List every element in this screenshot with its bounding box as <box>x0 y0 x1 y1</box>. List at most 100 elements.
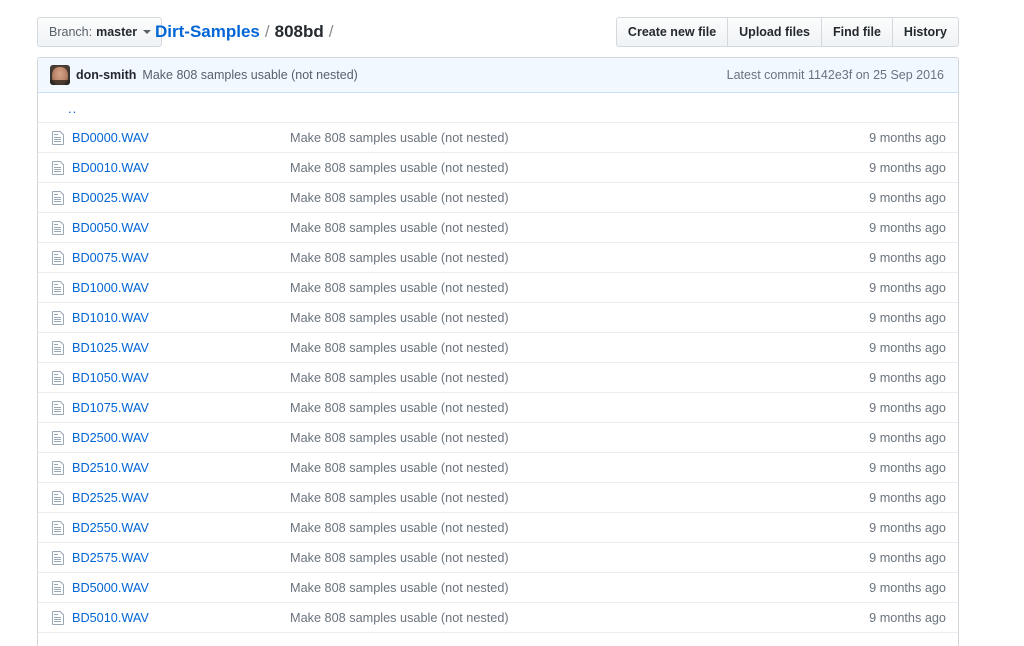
file-name-link[interactable]: BD2525.WAV <box>72 491 149 505</box>
commit-sha-link[interactable]: 1142e3f <box>808 68 852 82</box>
file-commit-message[interactable]: Make 808 samples usable (not nested) <box>290 191 869 205</box>
commit-author-message-group: don-smith Make 808 samples usable (not n… <box>50 65 727 85</box>
file-name-link[interactable]: BD2550.WAV <box>72 521 149 535</box>
breadcrumb: Dirt-Samples / 808bd / <box>155 17 333 47</box>
table-row[interactable]: BD2550.WAV Make 808 samples usable (not n… <box>38 513 958 543</box>
latest-commit-label: Latest commit <box>726 68 805 82</box>
file-name-cell: BD0050.WAV <box>72 221 290 235</box>
table-row[interactable]: BD0010.WAV Make 808 samples usable (not n… <box>38 153 958 183</box>
commit-author-link[interactable]: don-smith <box>76 68 136 82</box>
file-name-link[interactable]: BD1050.WAV <box>72 371 149 385</box>
file-name-link[interactable]: BD2500.WAV <box>72 431 149 445</box>
file-name-link[interactable]: BD1010.WAV <box>72 311 149 325</box>
file-name-cell: BD2500.WAV <box>72 431 290 445</box>
file-text-icon <box>50 460 66 476</box>
file-name-cell: BD0000.WAV <box>72 131 290 145</box>
file-text-icon <box>50 430 66 446</box>
parent-directory-link[interactable]: .. <box>68 102 77 115</box>
table-row[interactable]: BD1010.WAV Make 808 samples usable (not n… <box>38 303 958 333</box>
file-commit-age: 9 months ago <box>869 310 946 325</box>
table-row[interactable]: BD0000.WAV Make 808 samples usable (not n… <box>38 123 958 153</box>
parent-directory-row[interactable]: .. <box>38 93 958 123</box>
table-row[interactable]: BD2525.WAV Make 808 samples usable (not n… <box>38 483 958 513</box>
file-name-link[interactable]: BD0000.WAV <box>72 131 149 145</box>
file-name-cell: BD0010.WAV <box>72 161 290 175</box>
breadcrumb-current-dir: 808bd <box>274 22 324 41</box>
file-name-link[interactable]: BD0025.WAV <box>72 191 149 205</box>
file-commit-message[interactable]: Make 808 samples usable (not nested) <box>290 281 869 295</box>
file-commit-message[interactable]: Make 808 samples usable (not nested) <box>290 431 869 445</box>
file-list-box: don-smith Make 808 samples usable (not n… <box>37 57 959 646</box>
file-commit-age: 9 months ago <box>869 580 946 595</box>
file-name-link[interactable]: BD0010.WAV <box>72 161 149 175</box>
file-name-cell: BD2525.WAV <box>72 491 290 505</box>
file-name-cell: BD2550.WAV <box>72 521 290 535</box>
file-text-icon <box>50 250 66 266</box>
github-directory-page: Branch: master Dirt-Samples / 808bd / Cr… <box>0 0 1024 646</box>
table-row[interactable]: BD1050.WAV Make 808 samples usable (not n… <box>38 363 958 393</box>
table-row[interactable]: BD1025.WAV Make 808 samples usable (not n… <box>38 333 958 363</box>
file-name-cell: BD2510.WAV <box>72 461 290 475</box>
file-commit-age: 9 months ago <box>869 370 946 385</box>
file-commit-message[interactable]: Make 808 samples usable (not nested) <box>290 341 869 355</box>
file-commit-age: 9 months ago <box>869 460 946 475</box>
file-name-link[interactable]: BD2575.WAV <box>72 551 149 565</box>
file-name-cell: BD1025.WAV <box>72 341 290 355</box>
table-row[interactable]: BD2510.WAV Make 808 samples usable (not n… <box>38 453 958 483</box>
commit-message[interactable]: Make 808 samples usable (not nested) <box>142 68 357 82</box>
branch-name: master <box>96 25 138 39</box>
branch-select-button[interactable]: Branch: master <box>37 17 163 47</box>
table-row[interactable]: BD0050.WAV Make 808 samples usable (not n… <box>38 213 958 243</box>
breadcrumb-repo-link[interactable]: Dirt-Samples <box>155 22 260 42</box>
file-commit-message[interactable]: Make 808 samples usable (not nested) <box>290 131 869 145</box>
file-commit-message[interactable]: Make 808 samples usable (not nested) <box>290 611 869 625</box>
file-name-link[interactable]: BD0075.WAV <box>72 251 149 265</box>
file-commit-message[interactable]: Make 808 samples usable (not nested) <box>290 461 869 475</box>
file-name-cell: BD0025.WAV <box>72 191 290 205</box>
file-commit-age: 9 months ago <box>869 160 946 175</box>
upload-files-button[interactable]: Upload files <box>728 17 822 47</box>
file-text-icon <box>50 370 66 386</box>
file-text-icon <box>50 160 66 176</box>
file-text-icon <box>50 280 66 296</box>
file-name-cell: BD1050.WAV <box>72 371 290 385</box>
file-commit-message[interactable]: Make 808 samples usable (not nested) <box>290 491 869 505</box>
file-commit-message[interactable]: Make 808 samples usable (not nested) <box>290 311 869 325</box>
file-commit-message[interactable]: Make 808 samples usable (not nested) <box>290 581 869 595</box>
file-commit-message[interactable]: Make 808 samples usable (not nested) <box>290 521 869 535</box>
file-text-icon <box>50 610 66 626</box>
chevron-down-icon <box>143 30 152 34</box>
file-commit-message[interactable]: Make 808 samples usable (not nested) <box>290 161 869 175</box>
file-name-cell: BD1000.WAV <box>72 281 290 295</box>
find-file-button[interactable]: Find file <box>822 17 893 47</box>
file-text-icon <box>50 130 66 146</box>
file-commit-message[interactable]: Make 808 samples usable (not nested) <box>290 551 869 565</box>
file-name-link[interactable]: BD0050.WAV <box>72 221 149 235</box>
table-row[interactable]: BD1000.WAV Make 808 samples usable (not n… <box>38 273 958 303</box>
file-text-icon <box>50 190 66 206</box>
file-name-link[interactable]: BD1000.WAV <box>72 281 149 295</box>
file-commit-message[interactable]: Make 808 samples usable (not nested) <box>290 221 869 235</box>
file-name-link[interactable]: BD1075.WAV <box>72 401 149 415</box>
file-name-link[interactable]: BD1025.WAV <box>72 341 149 355</box>
table-row[interactable]: BD5000.WAV Make 808 samples usable (not n… <box>38 573 958 603</box>
branch-label: Branch: <box>49 25 93 39</box>
file-name-link[interactable]: BD5010.WAV <box>72 611 149 625</box>
table-row[interactable]: BD1075.WAV Make 808 samples usable (not n… <box>38 393 958 423</box>
file-commit-message[interactable]: Make 808 samples usable (not nested) <box>290 251 869 265</box>
table-row[interactable]: BD5010.WAV Make 808 samples usable (not n… <box>38 603 958 633</box>
table-row[interactable]: BD0075.WAV Make 808 samples usable (not n… <box>38 243 958 273</box>
file-name-cell: BD5010.WAV <box>72 611 290 625</box>
table-row[interactable]: BD2500.WAV Make 808 samples usable (not n… <box>38 423 958 453</box>
table-row[interactable]: BD2575.WAV Make 808 samples usable (not n… <box>38 543 958 573</box>
file-commit-message[interactable]: Make 808 samples usable (not nested) <box>290 401 869 415</box>
file-commit-age: 9 months ago <box>869 520 946 535</box>
file-name-cell: BD0075.WAV <box>72 251 290 265</box>
file-text-icon <box>50 220 66 236</box>
table-row[interactable]: BD0025.WAV Make 808 samples usable (not n… <box>38 183 958 213</box>
file-name-link[interactable]: BD2510.WAV <box>72 461 149 475</box>
file-commit-message[interactable]: Make 808 samples usable (not nested) <box>290 371 869 385</box>
create-new-file-button[interactable]: Create new file <box>615 17 729 47</box>
history-button[interactable]: History <box>892 17 959 47</box>
file-name-link[interactable]: BD5000.WAV <box>72 581 149 595</box>
